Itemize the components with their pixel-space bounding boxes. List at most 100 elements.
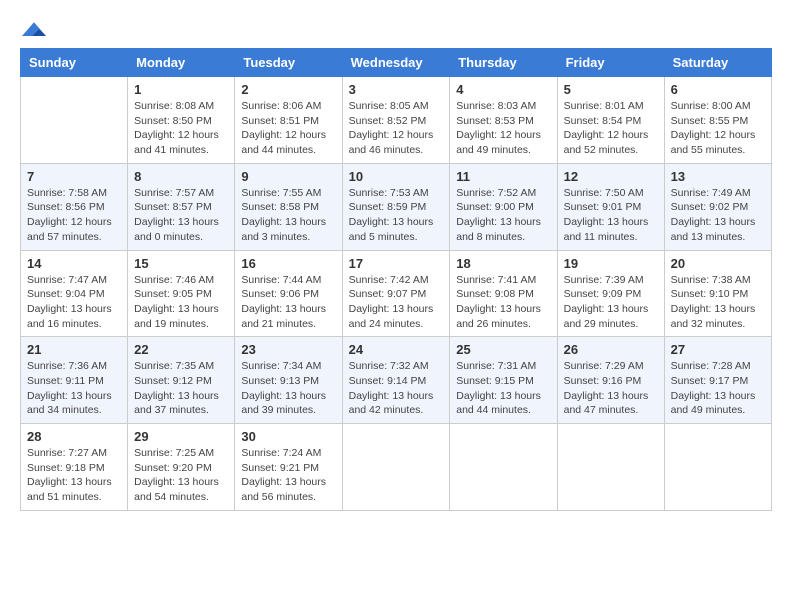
- calendar-cell: 30 Sunrise: 7:24 AMSunset: 9:21 PMDayligh…: [235, 424, 342, 511]
- page-header: [20, 20, 772, 40]
- calendar-cell: 5 Sunrise: 8:01 AMSunset: 8:54 PMDaylight…: [557, 77, 664, 164]
- calendar-cell: [21, 77, 128, 164]
- day-number: 12: [564, 169, 658, 184]
- day-info: Sunrise: 7:35 AMSunset: 9:12 PMDaylight:…: [134, 359, 228, 418]
- day-number: 2: [241, 82, 335, 97]
- day-number: 5: [564, 82, 658, 97]
- col-header-monday: Monday: [128, 49, 235, 77]
- day-number: 21: [27, 342, 121, 357]
- day-info: Sunrise: 8:03 AMSunset: 8:53 PMDaylight:…: [456, 99, 550, 158]
- col-header-saturday: Saturday: [664, 49, 771, 77]
- day-number: 17: [349, 256, 444, 271]
- calendar-cell: 8 Sunrise: 7:57 AMSunset: 8:57 PMDaylight…: [128, 163, 235, 250]
- day-info: Sunrise: 7:36 AMSunset: 9:11 PMDaylight:…: [27, 359, 121, 418]
- day-number: 8: [134, 169, 228, 184]
- calendar-cell: 18 Sunrise: 7:41 AMSunset: 9:08 PMDayligh…: [450, 250, 557, 337]
- col-header-wednesday: Wednesday: [342, 49, 450, 77]
- calendar-cell: 7 Sunrise: 7:58 AMSunset: 8:56 PMDaylight…: [21, 163, 128, 250]
- calendar-body: 1Sunrise: 8:08 AMSunset: 8:50 PMDaylight…: [21, 77, 772, 511]
- day-number: 10: [349, 169, 444, 184]
- day-info: Sunrise: 7:27 AMSunset: 9:18 PMDaylight:…: [27, 446, 121, 505]
- calendar-week-row: 21 Sunrise: 7:36 AMSunset: 9:11 PMDayligh…: [21, 337, 772, 424]
- calendar-cell: 25Sunrise: 7:31 AMSunset: 9:15 PMDayligh…: [450, 337, 557, 424]
- calendar-week-row: 7 Sunrise: 7:58 AMSunset: 8:56 PMDaylight…: [21, 163, 772, 250]
- logo: [20, 20, 46, 40]
- col-header-tuesday: Tuesday: [235, 49, 342, 77]
- day-info: Sunrise: 8:00 AMSunset: 8:55 PMDaylight:…: [671, 99, 765, 158]
- calendar-cell: 4 Sunrise: 8:03 AMSunset: 8:53 PMDaylight…: [450, 77, 557, 164]
- day-number: 30: [241, 429, 335, 444]
- calendar-cell: 2 Sunrise: 8:06 AMSunset: 8:51 PMDaylight…: [235, 77, 342, 164]
- day-number: 14: [27, 256, 121, 271]
- calendar-cell: [557, 424, 664, 511]
- day-number: 9: [241, 169, 335, 184]
- calendar-cell: 29Sunrise: 7:25 AMSunset: 9:20 PMDayligh…: [128, 424, 235, 511]
- calendar-header: SundayMondayTuesdayWednesdayThursdayFrid…: [21, 49, 772, 77]
- calendar-cell: 16Sunrise: 7:44 AMSunset: 9:06 PMDayligh…: [235, 250, 342, 337]
- day-info: Sunrise: 7:24 AMSunset: 9:21 PMDaylight:…: [241, 446, 335, 505]
- day-number: 27: [671, 342, 765, 357]
- day-number: 20: [671, 256, 765, 271]
- calendar-cell: 15 Sunrise: 7:46 AMSunset: 9:05 PMDayligh…: [128, 250, 235, 337]
- day-info: Sunrise: 7:31 AMSunset: 9:15 PMDaylight:…: [456, 359, 550, 418]
- day-number: 3: [349, 82, 444, 97]
- calendar-cell: 20Sunrise: 7:38 AMSunset: 9:10 PMDayligh…: [664, 250, 771, 337]
- calendar-cell: 21 Sunrise: 7:36 AMSunset: 9:11 PMDayligh…: [21, 337, 128, 424]
- day-info: Sunrise: 7:52 AMSunset: 9:00 PMDaylight:…: [456, 186, 550, 245]
- day-number: 28: [27, 429, 121, 444]
- calendar-cell: 3 Sunrise: 8:05 AMSunset: 8:52 PMDaylight…: [342, 77, 450, 164]
- calendar-cell: 27 Sunrise: 7:28 AMSunset: 9:17 PMDayligh…: [664, 337, 771, 424]
- day-info: Sunrise: 7:57 AMSunset: 8:57 PMDaylight:…: [134, 186, 228, 245]
- calendar-cell: 13Sunrise: 7:49 AMSunset: 9:02 PMDayligh…: [664, 163, 771, 250]
- day-info: Sunrise: 7:41 AMSunset: 9:08 PMDaylight:…: [456, 273, 550, 332]
- day-info: Sunrise: 7:47 AMSunset: 9:04 PMDaylight:…: [27, 273, 121, 332]
- day-info: Sunrise: 7:39 AMSunset: 9:09 PMDaylight:…: [564, 273, 658, 332]
- calendar-week-row: 28 Sunrise: 7:27 AMSunset: 9:18 PMDayligh…: [21, 424, 772, 511]
- day-number: 15: [134, 256, 228, 271]
- day-info: Sunrise: 8:08 AMSunset: 8:50 PMDaylight:…: [134, 99, 228, 158]
- calendar-cell: 23 Sunrise: 7:34 AMSunset: 9:13 PMDayligh…: [235, 337, 342, 424]
- day-info: Sunrise: 7:53 AMSunset: 8:59 PMDaylight:…: [349, 186, 444, 245]
- calendar-cell: 9Sunrise: 7:55 AMSunset: 8:58 PMDaylight…: [235, 163, 342, 250]
- col-header-friday: Friday: [557, 49, 664, 77]
- day-info: Sunrise: 8:05 AMSunset: 8:52 PMDaylight:…: [349, 99, 444, 158]
- day-number: 11: [456, 169, 550, 184]
- calendar-cell: 24 Sunrise: 7:32 AMSunset: 9:14 PMDayligh…: [342, 337, 450, 424]
- col-header-thursday: Thursday: [450, 49, 557, 77]
- col-header-sunday: Sunday: [21, 49, 128, 77]
- calendar-cell: 12 Sunrise: 7:50 AMSunset: 9:01 PMDayligh…: [557, 163, 664, 250]
- calendar-cell: [342, 424, 450, 511]
- calendar-cell: 11 Sunrise: 7:52 AMSunset: 9:00 PMDayligh…: [450, 163, 557, 250]
- calendar-week-row: 14 Sunrise: 7:47 AMSunset: 9:04 PMDayligh…: [21, 250, 772, 337]
- day-info: Sunrise: 7:58 AMSunset: 8:56 PMDaylight:…: [27, 186, 121, 245]
- day-number: 4: [456, 82, 550, 97]
- calendar-cell: [664, 424, 771, 511]
- day-number: 23: [241, 342, 335, 357]
- calendar-cell: 28 Sunrise: 7:27 AMSunset: 9:18 PMDayligh…: [21, 424, 128, 511]
- day-number: 24: [349, 342, 444, 357]
- day-number: 18: [456, 256, 550, 271]
- day-info: Sunrise: 7:28 AMSunset: 9:17 PMDaylight:…: [671, 359, 765, 418]
- day-info: Sunrise: 7:25 AMSunset: 9:20 PMDaylight:…: [134, 446, 228, 505]
- day-info: Sunrise: 7:32 AMSunset: 9:14 PMDaylight:…: [349, 359, 444, 418]
- day-info: Sunrise: 8:01 AMSunset: 8:54 PMDaylight:…: [564, 99, 658, 158]
- calendar-cell: [450, 424, 557, 511]
- day-number: 26: [564, 342, 658, 357]
- day-number: 6: [671, 82, 765, 97]
- day-info: Sunrise: 7:49 AMSunset: 9:02 PMDaylight:…: [671, 186, 765, 245]
- day-info: Sunrise: 7:50 AMSunset: 9:01 PMDaylight:…: [564, 186, 658, 245]
- calendar-cell: 17 Sunrise: 7:42 AMSunset: 9:07 PMDayligh…: [342, 250, 450, 337]
- calendar-header-row: SundayMondayTuesdayWednesdayThursdayFrid…: [21, 49, 772, 77]
- calendar-cell: 10 Sunrise: 7:53 AMSunset: 8:59 PMDayligh…: [342, 163, 450, 250]
- day-number: 7: [27, 169, 121, 184]
- day-info: Sunrise: 7:42 AMSunset: 9:07 PMDaylight:…: [349, 273, 444, 332]
- day-number: 19: [564, 256, 658, 271]
- calendar-cell: 22Sunrise: 7:35 AMSunset: 9:12 PMDayligh…: [128, 337, 235, 424]
- day-info: Sunrise: 8:06 AMSunset: 8:51 PMDaylight:…: [241, 99, 335, 158]
- calendar-table: SundayMondayTuesdayWednesdayThursdayFrid…: [20, 48, 772, 511]
- day-info: Sunrise: 7:46 AMSunset: 9:05 PMDaylight:…: [134, 273, 228, 332]
- logo-icon: [22, 20, 46, 40]
- day-info: Sunrise: 7:29 AMSunset: 9:16 PMDaylight:…: [564, 359, 658, 418]
- day-info: Sunrise: 7:34 AMSunset: 9:13 PMDaylight:…: [241, 359, 335, 418]
- calendar-cell: 6 Sunrise: 8:00 AMSunset: 8:55 PMDaylight…: [664, 77, 771, 164]
